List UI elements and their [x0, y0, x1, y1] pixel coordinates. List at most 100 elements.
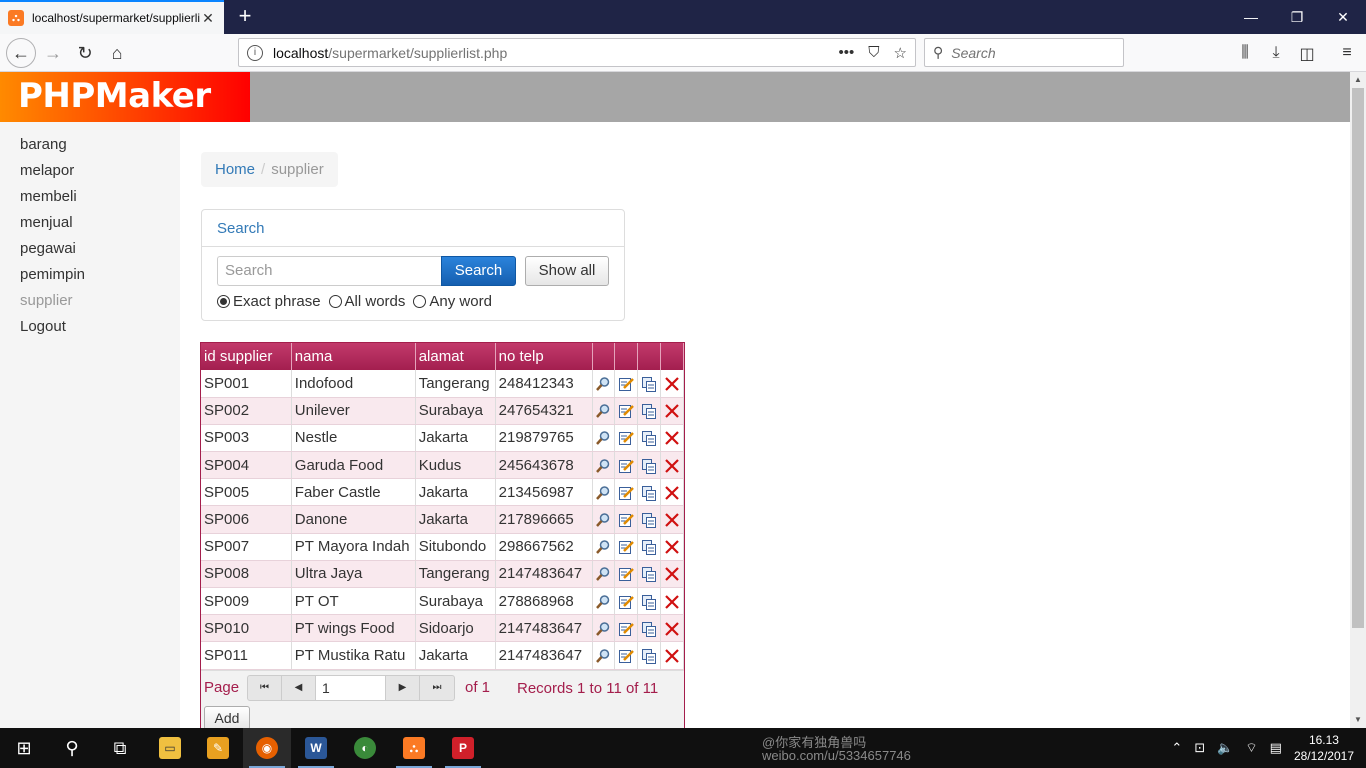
- column-header-no-telp[interactable]: no telp: [495, 343, 593, 370]
- scroll-up-icon[interactable]: ▲: [1350, 72, 1366, 88]
- delete-icon[interactable]: [664, 594, 680, 610]
- delete-icon[interactable]: [664, 403, 680, 419]
- delete-action[interactable]: [660, 397, 684, 425]
- view-icon[interactable]: [595, 648, 611, 664]
- table-row[interactable]: SP010 PT wings Food Sidoarjo 2147483647: [201, 614, 684, 643]
- delete-action[interactable]: [660, 641, 684, 670]
- edit-icon[interactable]: [618, 594, 635, 610]
- view-action[interactable]: [592, 533, 616, 561]
- delete-action[interactable]: [660, 370, 684, 398]
- view-action[interactable]: [592, 560, 616, 589]
- sidebar-item-logout[interactable]: Logout: [0, 314, 180, 340]
- sidebar-item-pegawai[interactable]: pegawai: [0, 236, 180, 262]
- delete-action[interactable]: [660, 560, 684, 589]
- add-button[interactable]: Add: [204, 705, 250, 728]
- view-action[interactable]: [592, 641, 616, 670]
- view-action[interactable]: [592, 614, 616, 643]
- forward-arrow-icon[interactable]: →: [38, 38, 68, 68]
- view-icon[interactable]: [595, 539, 611, 555]
- view-icon[interactable]: [595, 485, 611, 501]
- breadcrumb-home-link[interactable]: Home: [215, 161, 255, 178]
- view-icon[interactable]: [595, 403, 611, 419]
- sidebar-toggle-icon[interactable]: ◫: [1296, 44, 1318, 64]
- next-page-icon[interactable]: ▶: [386, 675, 420, 700]
- close-window-icon[interactable]: ✕: [1320, 0, 1366, 34]
- scroll-down-icon[interactable]: ▼: [1350, 712, 1366, 728]
- view-action[interactable]: [592, 451, 616, 480]
- table-row[interactable]: SP006 Danone Jakarta 217896665: [201, 505, 684, 534]
- keyboard-icon[interactable]: ▤: [1270, 740, 1282, 756]
- xampp-icon[interactable]: ⛬: [390, 728, 438, 768]
- scroll-thumb[interactable]: [1352, 88, 1364, 628]
- last-page-icon[interactable]: ⏭: [420, 676, 454, 700]
- view-icon[interactable]: [595, 512, 611, 528]
- view-action[interactable]: [592, 587, 616, 616]
- delete-action[interactable]: [660, 478, 684, 507]
- back-arrow-icon[interactable]: ←: [6, 38, 36, 68]
- edit-action[interactable]: [614, 505, 639, 534]
- copy-action[interactable]: [637, 424, 662, 453]
- delete-icon[interactable]: [664, 512, 680, 528]
- copy-action[interactable]: [637, 587, 662, 616]
- copy-action[interactable]: [637, 478, 662, 507]
- copy-icon[interactable]: [641, 566, 657, 583]
- edit-action[interactable]: [614, 370, 639, 398]
- table-row[interactable]: SP005 Faber Castle Jakarta 213456987: [201, 478, 684, 507]
- edit-action[interactable]: [614, 587, 639, 616]
- table-row[interactable]: SP001 Indofood Tangerang 248412343: [201, 370, 684, 398]
- radio-any-word[interactable]: Any word: [413, 293, 492, 310]
- firefox-icon[interactable]: ◉: [243, 728, 291, 768]
- bookmark-star-icon[interactable]: ☆: [894, 44, 907, 62]
- column-header-alamat[interactable]: alamat: [415, 343, 496, 370]
- edit-icon[interactable]: [618, 403, 635, 419]
- pocket-icon[interactable]: ⛉: [868, 44, 879, 62]
- page-actions-icon[interactable]: •••: [839, 44, 855, 62]
- copy-icon[interactable]: [641, 594, 657, 610]
- table-row[interactable]: SP007 PT Mayora Indah Situbondo 298667562: [201, 533, 684, 561]
- home-icon[interactable]: ⌂: [102, 38, 132, 68]
- view-icon[interactable]: [595, 376, 611, 392]
- close-tab-icon[interactable]: ✕: [200, 10, 216, 27]
- delete-action[interactable]: [660, 424, 684, 453]
- edit-action[interactable]: [614, 451, 639, 480]
- view-action[interactable]: [592, 424, 616, 453]
- copy-icon[interactable]: [641, 648, 657, 664]
- show-all-button[interactable]: Show all: [525, 256, 609, 286]
- sidebar-item-barang[interactable]: barang: [0, 132, 180, 158]
- view-icon[interactable]: [595, 566, 611, 582]
- search-input[interactable]: Search: [217, 256, 442, 286]
- copy-icon[interactable]: [641, 512, 657, 529]
- copy-action[interactable]: [637, 641, 662, 670]
- new-tab-button[interactable]: +: [232, 4, 258, 30]
- sidebar-item-melapor[interactable]: melapor: [0, 158, 180, 184]
- edit-action[interactable]: [614, 424, 639, 453]
- edit-icon[interactable]: [618, 376, 635, 392]
- minimize-icon[interactable]: —: [1228, 0, 1274, 34]
- copy-icon[interactable]: [641, 485, 657, 501]
- sidebar-item-menjual[interactable]: menjual: [0, 210, 180, 236]
- view-icon[interactable]: [595, 621, 611, 637]
- copy-action[interactable]: [637, 451, 662, 480]
- column-header-id-supplier[interactable]: id supplier: [201, 343, 292, 370]
- restore-icon[interactable]: ❐: [1274, 0, 1320, 34]
- delete-action[interactable]: [660, 505, 684, 534]
- table-row[interactable]: SP008 Ultra Jaya Tangerang 2147483647: [201, 560, 684, 589]
- edit-icon[interactable]: [618, 512, 635, 528]
- volume-icon[interactable]: 🔈: [1217, 740, 1233, 756]
- delete-action[interactable]: [660, 533, 684, 561]
- clock[interactable]: 16.13 28/12/2017: [1294, 732, 1354, 764]
- edit-action[interactable]: [614, 478, 639, 507]
- delete-icon[interactable]: [664, 485, 680, 501]
- delete-icon[interactable]: [664, 621, 680, 637]
- network-device-icon[interactable]: ⊡: [1194, 740, 1205, 756]
- copy-icon[interactable]: [641, 539, 657, 556]
- edit-action[interactable]: [614, 560, 639, 589]
- radio-all-words[interactable]: All words: [328, 293, 405, 310]
- copy-action[interactable]: [637, 370, 662, 398]
- sidebar-item-pemimpin[interactable]: pemimpin: [0, 262, 180, 288]
- copy-icon[interactable]: [641, 621, 657, 637]
- phpmaker-icon[interactable]: P: [439, 728, 487, 768]
- edit-icon[interactable]: [618, 539, 635, 555]
- delete-icon[interactable]: [664, 539, 680, 555]
- copy-action[interactable]: [637, 397, 662, 425]
